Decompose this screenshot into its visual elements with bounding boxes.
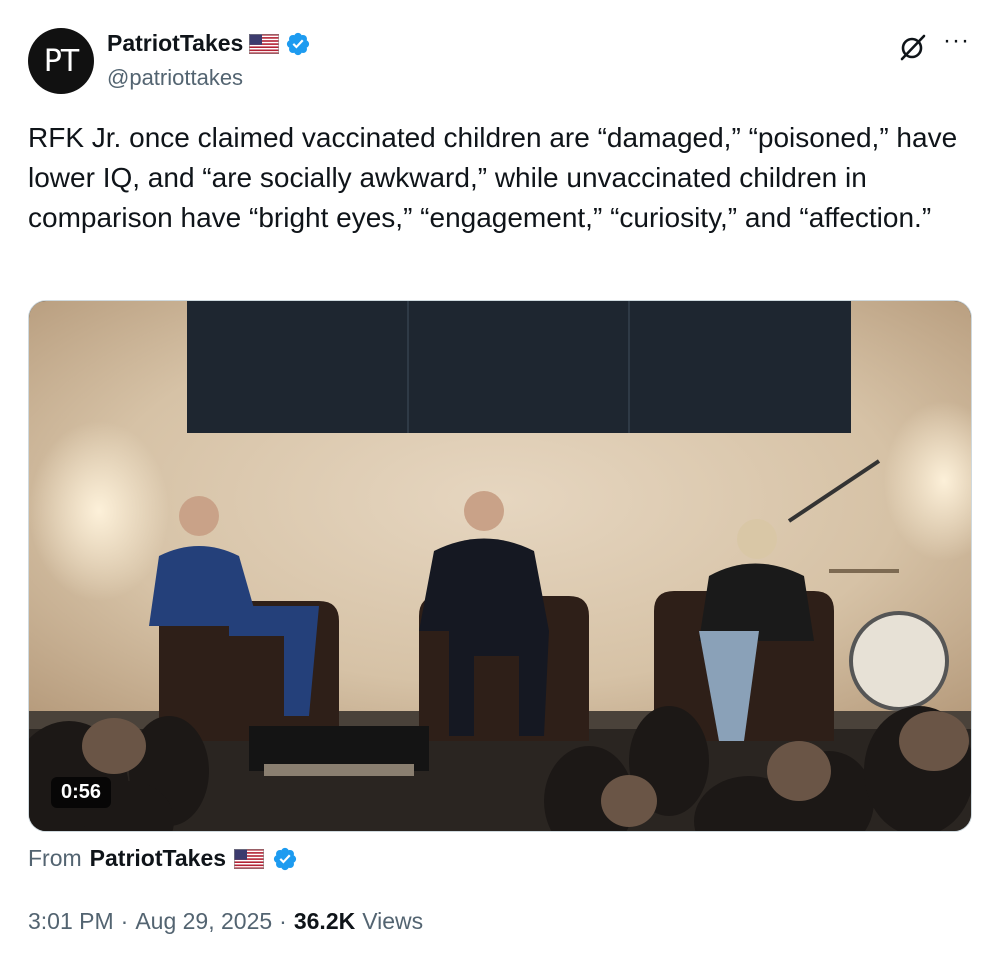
tweet-time[interactable]: 3:01 PM (28, 908, 114, 935)
author-display-name[interactable]: PatriotTakes (107, 30, 243, 57)
us-flag-icon (234, 848, 265, 869)
video-thumbnail (29, 301, 971, 831)
video-duration-badge: 0:56 (51, 777, 112, 808)
tweet-text: RFK Jr. once claimed vaccinated children… (28, 122, 958, 233)
avatar-initials: PT (43, 43, 79, 79)
meta-separator: · (120, 908, 129, 934)
from-label: From (28, 845, 82, 871)
views-label: Views (362, 908, 424, 934)
meta-separator: · (279, 908, 287, 934)
grok-icon[interactable] (898, 32, 928, 62)
verified-badge-icon[interactable] (272, 846, 298, 872)
author-handle[interactable]: @patriottakes (107, 65, 243, 91)
views-count: 36.2K (293, 908, 356, 934)
source-name-link[interactable]: PatriotTakes (90, 845, 226, 872)
us-flag-icon (249, 33, 280, 54)
more-options-icon[interactable]: ··· (943, 29, 973, 56)
video-player[interactable]: 0:56 (28, 300, 972, 832)
tweet-metadata: 3:01 PM · Aug 29, 2025 · 36.2K Views (28, 908, 423, 935)
avatar[interactable]: PT (28, 28, 94, 94)
verified-badge-icon[interactable] (285, 31, 311, 57)
source-attribution: From PatriotTakes (28, 845, 298, 872)
author-name-row: PatriotTakes (107, 30, 311, 57)
tweet-date[interactable]: Aug 29, 2025 (135, 908, 272, 935)
